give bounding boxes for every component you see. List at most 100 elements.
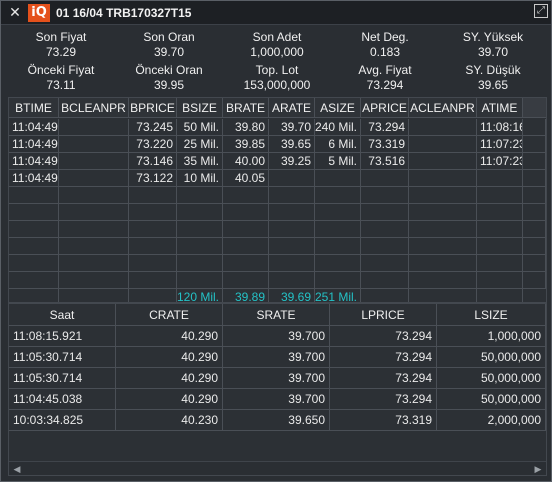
table-cell: 73.516 bbox=[361, 153, 409, 170]
table-cell bbox=[177, 187, 223, 204]
column-header-lsize[interactable]: LSIZE bbox=[437, 304, 546, 326]
title-number: 01 bbox=[56, 6, 70, 20]
table-cell-filler bbox=[523, 255, 546, 272]
table-cell-filler bbox=[523, 204, 546, 221]
table-cell bbox=[361, 221, 409, 238]
trade-cell: 40.230 bbox=[116, 410, 223, 431]
trade-cell: 11:05:30.714 bbox=[9, 347, 116, 368]
table-row[interactable] bbox=[9, 272, 546, 289]
table-cell bbox=[409, 238, 477, 255]
scroll-left-icon[interactable]: ◀ bbox=[11, 463, 23, 475]
table-row[interactable] bbox=[9, 238, 546, 255]
resize-icon[interactable]: ⤢ bbox=[534, 4, 548, 18]
column-header-atime[interactable]: ATIME bbox=[477, 98, 523, 118]
table-cell-filler bbox=[523, 170, 546, 187]
table-cell: 39.65 bbox=[269, 136, 315, 153]
summary-label: Son Fiyat bbox=[35, 30, 87, 44]
summary-label: Son Oran bbox=[143, 30, 195, 44]
table-row[interactable] bbox=[9, 204, 546, 221]
table-cell: 5 Mil. bbox=[315, 153, 361, 170]
table-cell bbox=[409, 255, 477, 272]
column-header-saat[interactable]: Saat bbox=[9, 304, 116, 326]
table-cell: 39.85 bbox=[223, 136, 269, 153]
table-cell bbox=[477, 289, 523, 302]
totals-row: 120 Mil. 39.89 39.69 251 Mil. bbox=[9, 289, 546, 302]
table-cell bbox=[223, 238, 269, 255]
summary-value: 0.183 bbox=[369, 45, 401, 59]
table-cell bbox=[477, 187, 523, 204]
table-cell: 25 Mil. bbox=[177, 136, 223, 153]
title-bar[interactable]: ✕ iQ 01 16/04 TRB170327T15 ⤢ bbox=[1, 1, 551, 25]
table-cell bbox=[223, 187, 269, 204]
trade-cell: 73.294 bbox=[330, 368, 437, 389]
table-row[interactable]: 11:04:49 73.146 35 Mil. 40.00 39.25 5 Mil. 73.… bbox=[9, 153, 546, 170]
column-header-asize[interactable]: ASIZE bbox=[315, 98, 361, 118]
table-cell bbox=[59, 255, 129, 272]
table-cell bbox=[315, 272, 361, 289]
trade-cell: 40.290 bbox=[116, 326, 223, 347]
table-cell bbox=[177, 255, 223, 272]
table-cell: 240 Mil. bbox=[315, 119, 361, 136]
summary-value: 39.95 bbox=[153, 78, 185, 92]
horizontal-scrollbar[interactable]: ◀ ▶ bbox=[9, 461, 546, 475]
column-header-lprice[interactable]: LPRICE bbox=[330, 304, 437, 326]
column-header-crate[interactable]: CRATE bbox=[116, 304, 223, 326]
depth-grid: BTIME BCLEANPR BPRICE BSIZE BRATE ARATE ASIZE A… bbox=[8, 97, 547, 303]
table-cell bbox=[409, 272, 477, 289]
table-row[interactable]: 11:04:49 73.245 50 Mil. 39.80 39.70 240 Mil. 7… bbox=[9, 119, 546, 136]
total-brate: 39.89 bbox=[223, 289, 269, 302]
table-row[interactable]: 11:04:49 73.220 25 Mil. 39.85 39.65 6 Mil. 73.… bbox=[9, 136, 546, 153]
close-icon[interactable]: ✕ bbox=[7, 4, 23, 20]
table-cell bbox=[129, 255, 177, 272]
table-cell bbox=[9, 255, 59, 272]
table-row[interactable] bbox=[9, 255, 546, 272]
scroll-right-icon[interactable]: ▶ bbox=[532, 463, 544, 475]
summary-label: Top. Lot bbox=[255, 63, 299, 77]
trades-grid: ◀ ▶ Saat CRATE SRATE LPRICE LSIZE 11:08:15.92… bbox=[8, 303, 547, 476]
table-cell: 11:04:49 bbox=[9, 136, 59, 153]
column-header-acleanpr[interactable]: ACLEANPR bbox=[409, 98, 477, 118]
grid-corner bbox=[523, 98, 546, 118]
table-cell bbox=[315, 238, 361, 255]
summary-label: Son Adet bbox=[252, 30, 302, 44]
table-cell bbox=[409, 204, 477, 221]
iq-logo: iQ bbox=[28, 4, 50, 22]
trade-cell: 10:03:34.825 bbox=[9, 410, 116, 431]
summary-value: 73.29 bbox=[45, 45, 77, 59]
table-cell-filler bbox=[523, 187, 546, 204]
column-header-bcleanpr[interactable]: BCLEANPR bbox=[59, 98, 129, 118]
total-arate: 39.69 bbox=[269, 289, 315, 302]
trade-cell: 39.700 bbox=[223, 368, 330, 389]
summary-value: 1,000,000 bbox=[250, 45, 304, 59]
column-header-arate[interactable]: ARATE bbox=[269, 98, 315, 118]
table-cell bbox=[129, 272, 177, 289]
table-cell bbox=[223, 204, 269, 221]
column-header-bsize[interactable]: BSIZE bbox=[177, 98, 223, 118]
table-cell: 39.80 bbox=[223, 119, 269, 136]
table-cell bbox=[361, 272, 409, 289]
table-row[interactable] bbox=[9, 187, 546, 204]
table-cell bbox=[177, 272, 223, 289]
trade-cell: 2,000,000 bbox=[437, 410, 546, 431]
summary-label: Net Deg. bbox=[361, 30, 409, 44]
table-row[interactable]: 11:04:49 73.122 10 Mil. 40.05 bbox=[9, 170, 546, 187]
table-cell: 11:04:49 bbox=[9, 153, 59, 170]
table-cell bbox=[9, 238, 59, 255]
trade-cell: 39.700 bbox=[223, 326, 330, 347]
table-cell-filler bbox=[523, 136, 546, 153]
table-cell bbox=[269, 272, 315, 289]
table-cell bbox=[9, 204, 59, 221]
table-cell bbox=[361, 255, 409, 272]
column-header-bprice[interactable]: BPRICE bbox=[129, 98, 177, 118]
table-cell: 73.122 bbox=[129, 170, 177, 187]
column-header-brate[interactable]: BRATE bbox=[223, 98, 269, 118]
column-header-btime[interactable]: BTIME bbox=[9, 98, 59, 118]
table-cell bbox=[223, 221, 269, 238]
table-cell bbox=[315, 204, 361, 221]
table-cell: 40.00 bbox=[223, 153, 269, 170]
table-cell bbox=[477, 272, 523, 289]
table-row[interactable] bbox=[9, 221, 546, 238]
trade-cell: 1,000,000 bbox=[437, 326, 546, 347]
column-header-srate[interactable]: SRATE bbox=[223, 304, 330, 326]
column-header-aprice[interactable]: APRICE bbox=[361, 98, 409, 118]
